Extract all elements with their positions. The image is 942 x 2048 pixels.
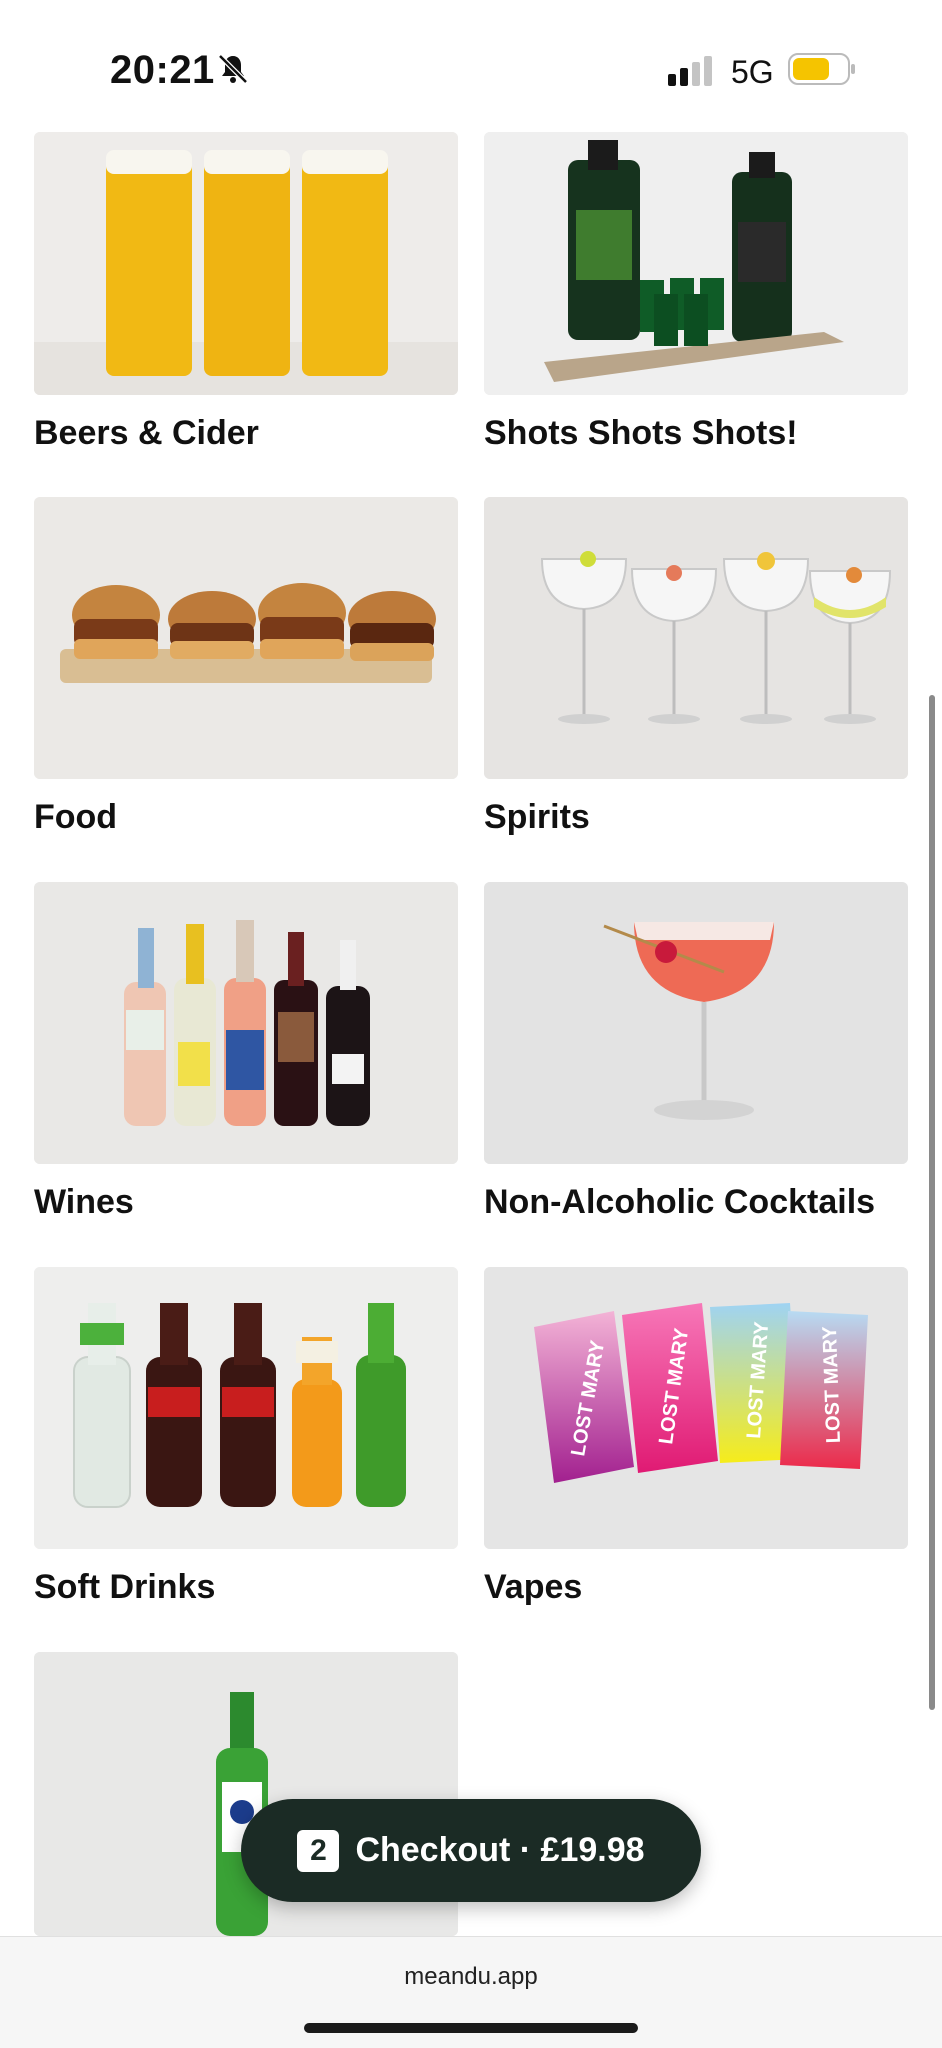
category-label: Shots Shots Shots! xyxy=(484,414,798,452)
soft-drink-bottles-image xyxy=(34,1267,458,1549)
scrollbar[interactable] xyxy=(929,695,935,1710)
category-label: Spirits xyxy=(484,798,590,836)
burgers-image xyxy=(34,497,458,779)
battery-icon xyxy=(788,53,855,85)
category-label: Non-Alcoholic Cocktails xyxy=(484,1183,876,1221)
status-bar: 20:21 5G xyxy=(0,0,942,132)
network-label: 5G xyxy=(731,54,774,90)
wine-bottles-image xyxy=(34,882,458,1164)
checkout-label: Checkout · £19.98 xyxy=(355,1831,645,1869)
status-time: 20:21 xyxy=(110,48,215,92)
checkout-button[interactable]: 2 Checkout · £19.98 xyxy=(241,1799,701,1902)
bell-muted-icon xyxy=(218,54,248,84)
category-label: Vapes xyxy=(484,1568,583,1606)
vape-brand-text: LOST MARY xyxy=(819,1325,845,1443)
home-indicator[interactable] xyxy=(304,2023,638,2033)
category-label: Food xyxy=(34,798,118,836)
beer-glasses-image xyxy=(34,132,458,395)
vape-devices-image: LOST MARY LOST MARY LOST MARY LOST MARY xyxy=(484,1267,908,1549)
category-label: Beers & Cider xyxy=(34,414,259,452)
shots-bottles-image xyxy=(484,132,908,395)
category-label: Wines xyxy=(34,1183,134,1221)
mocktail-image xyxy=(484,882,908,1164)
cart-count-badge: 2 xyxy=(297,1829,340,1872)
browser-bottom-bar: meandu.app xyxy=(0,1936,942,2048)
signal-icon xyxy=(668,56,712,86)
gin-glasses-image xyxy=(484,497,908,779)
url-label[interactable]: meandu.app xyxy=(0,1963,942,1991)
category-label: Soft Drinks xyxy=(34,1568,216,1606)
